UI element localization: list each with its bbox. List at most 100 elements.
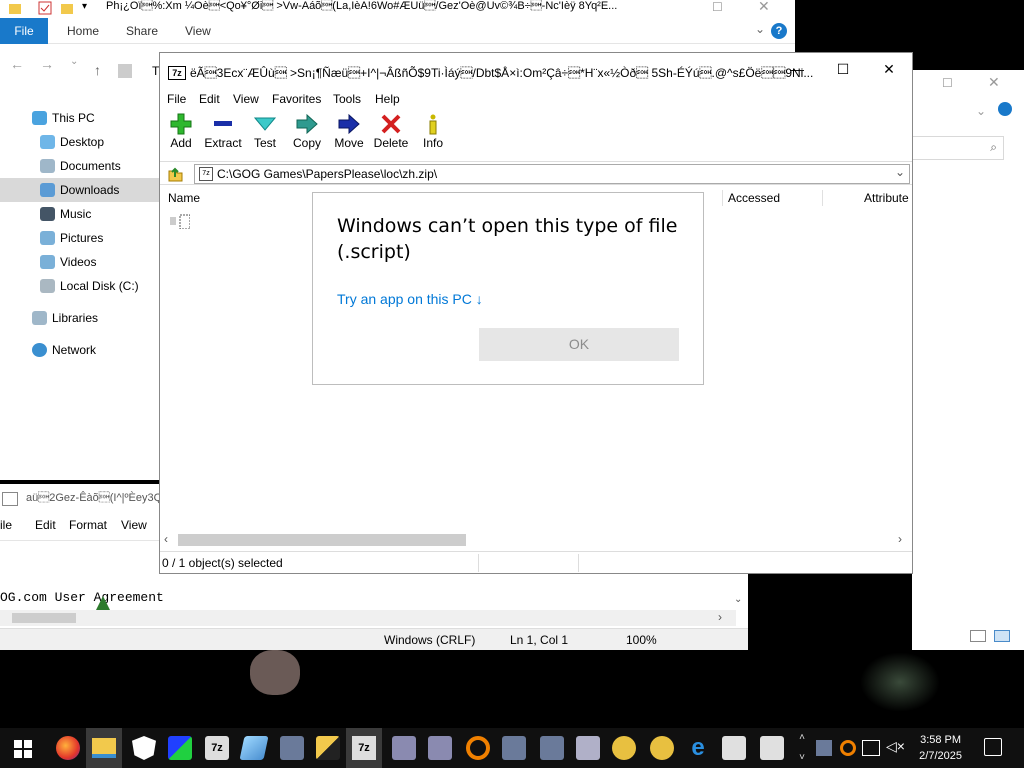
scrollbar-thumb[interactable] [12,613,76,623]
app-icon[interactable] [576,736,600,760]
app-icon[interactable] [239,736,269,760]
path-dropdown-icon[interactable]: ⌄ [895,165,905,179]
path-input[interactable]: 7z C:\GOG Games\PapersPlease\loc\zh.zip\… [194,164,910,184]
delete-icon [381,114,401,134]
back-arrow-icon[interactable]: ← [10,56,24,72]
scroll-right-icon[interactable]: › [898,532,902,546]
app-launcher-icon[interactable] [168,736,192,760]
details-view-icon[interactable] [970,630,986,642]
app-icon[interactable] [722,736,746,760]
nav-item-downloads[interactable]: Downloads [0,178,160,202]
scrollbar-thumb[interactable] [178,534,466,546]
maximize-button[interactable]: ☐ [820,57,866,81]
app-icon[interactable] [428,736,452,760]
file-entry-icon[interactable] [170,213,190,229]
ribbon-tab-share[interactable]: Share [126,18,158,44]
try-app-link[interactable]: Try an app on this PC ↓ [337,291,483,307]
nav-item-desktop[interactable]: Desktop [0,130,160,154]
fragment-help-icon[interactable] [998,102,1012,116]
column-attribute[interactable]: Attribute [864,191,909,205]
system-clock[interactable]: 3:58 PM 2/7/2025 [919,732,962,764]
menu-edit[interactable]: Edit [199,92,220,106]
media-app-icon[interactable] [650,736,674,760]
column-accessed[interactable]: Accessed [728,191,780,205]
nav-item-this-pc[interactable]: This PC [0,106,160,130]
tool-app-icon[interactable] [316,736,340,760]
copy-button[interactable]: Copy [283,111,331,157]
nav-item-local-disk[interactable]: Local Disk (C:) [0,274,160,298]
column-name[interactable]: Name [168,191,200,205]
explorer-close-button[interactable]: ✕ [758,0,770,15]
extract-button[interactable]: Extract [199,111,247,157]
menu-edit[interactable]: Edit [35,518,56,532]
scroll-down-icon[interactable]: ⌄ [734,594,742,605]
ribbon-tab-home[interactable]: Home [67,18,99,44]
network-app-icon[interactable] [502,736,526,760]
file-list-horizontal-scrollbar[interactable]: ‹ › [160,531,912,549]
file-explorer-taskbar-button[interactable] [86,728,122,768]
ribbon-expand-icon[interactable]: ⌄ [755,22,765,36]
scroll-left-icon[interactable]: ‹ [164,532,168,546]
column-separator[interactable] [822,190,823,206]
scroll-right-icon[interactable]: › [718,610,722,624]
internet-explorer-icon[interactable]: e [686,736,710,760]
fragment-expand-icon[interactable]: ⌄ [976,104,986,118]
delete-button[interactable]: Delete [367,111,415,157]
media-app-icon[interactable] [612,736,636,760]
nav-item-network[interactable]: Network [0,338,160,362]
menu-format[interactable]: Format [69,518,107,532]
notepad-horizontal-scrollbar[interactable]: › [0,610,736,626]
tool-label: Extract [204,136,242,150]
notification-center-icon[interactable] [984,738,1002,756]
info-button[interactable]: Info [409,111,457,157]
desktop-wallpaper-object [250,650,300,695]
tray-search-icon[interactable] [840,740,856,756]
menu-view[interactable]: View [233,92,259,106]
ribbon-tab-file[interactable]: File [0,18,48,44]
up-arrow-icon[interactable]: ↑ [94,62,101,78]
tray-app-icon[interactable] [816,740,832,756]
menu-view[interactable]: View [121,518,147,532]
notepad-text-content[interactable]: OG.com User Agreement [0,590,164,605]
menu-favorites[interactable]: Favorites [272,92,321,106]
fragment-maximize-button[interactable]: ☐ [942,76,953,90]
nav-item-libraries[interactable]: Libraries [0,306,160,330]
taskbar-scroll-icon[interactable]: ˄ ˅ [796,728,808,768]
volume-icon[interactable]: ◁× [886,738,905,755]
7zip-active-taskbar-button[interactable]: 7z [346,728,382,768]
tray-network-icon[interactable] [862,740,880,756]
help-icon[interactable]: ? [771,23,787,39]
nav-item-music[interactable]: Music [0,202,160,226]
search-box[interactable]: ⌕ [912,136,1004,160]
firefox-icon[interactable] [56,736,80,760]
forward-arrow-icon[interactable]: → [40,56,54,72]
nav-item-pictures[interactable]: Pictures [0,226,160,250]
nav-item-videos[interactable]: Videos [0,250,160,274]
up-folder-icon[interactable] [166,165,184,183]
quick-access-dropdown-icon[interactable]: ▾ [82,1,96,15]
move-button[interactable]: Move [325,111,373,157]
menu-help[interactable]: Help [375,92,400,106]
menu-tools[interactable]: Tools [333,92,361,106]
7zip-taskbar-icon[interactable]: 7z [205,736,229,760]
minimize-button[interactable]: — [774,57,820,81]
app-icon[interactable] [760,736,784,760]
network-app-icon[interactable] [540,736,564,760]
close-button[interactable]: ✕ [866,57,912,81]
nav-item-documents[interactable]: Documents [0,154,160,178]
ok-button[interactable]: OK [479,328,679,361]
test-button[interactable]: Test [241,111,289,157]
ribbon-tab-view[interactable]: View [185,18,211,44]
column-separator[interactable] [722,190,723,206]
search-app-icon[interactable] [466,736,490,760]
security-shield-icon[interactable] [132,736,156,760]
menu-file[interactable]: ile [0,518,12,532]
explorer-maximize-button[interactable]: ☐ [712,0,723,14]
app-icon[interactable] [392,736,416,760]
fragment-close-button[interactable]: ✕ [988,74,1000,91]
network-app-icon[interactable] [280,736,304,760]
windows-start-icon[interactable] [14,740,32,758]
recent-dropdown-icon[interactable]: ⌄ [70,56,78,67]
menu-file[interactable]: File [167,92,186,106]
large-icons-view-icon[interactable] [994,630,1010,642]
